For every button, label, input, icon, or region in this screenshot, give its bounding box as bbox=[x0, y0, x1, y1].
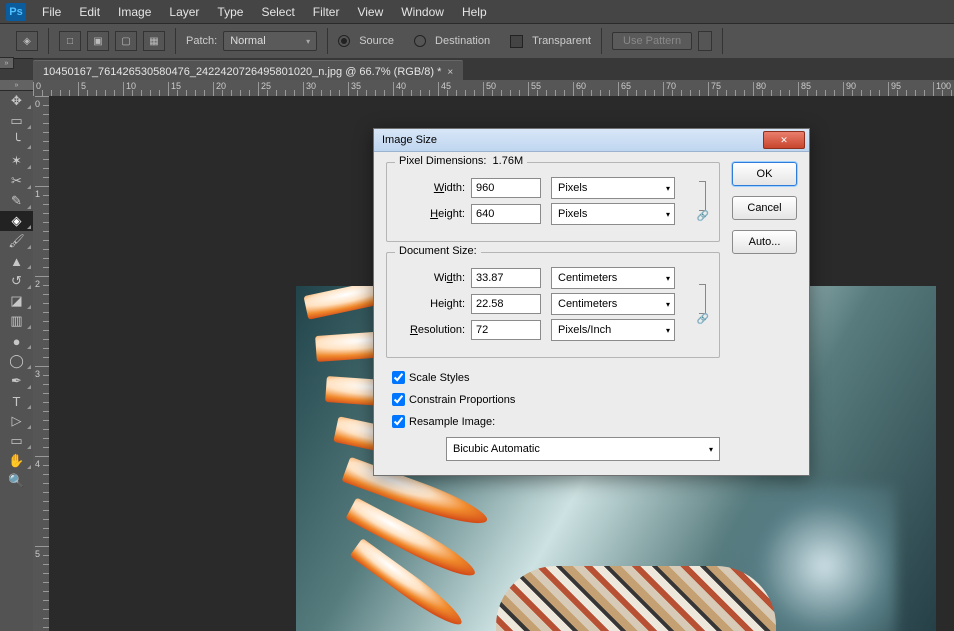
doc-width-label: Width: bbox=[397, 272, 465, 284]
hand-tool[interactable]: ✋ bbox=[0, 451, 33, 471]
doc-height-unit-select[interactable]: Centimeters bbox=[551, 293, 675, 315]
doc-tab[interactable]: 10450167_761426530580476_242242072649580… bbox=[33, 60, 463, 80]
close-icon[interactable]: × bbox=[447, 67, 453, 78]
brush-tool[interactable]: 🖌 bbox=[0, 231, 33, 251]
px-width-input[interactable] bbox=[471, 178, 541, 198]
source-label: Source bbox=[359, 35, 394, 47]
sel-sub-icon[interactable]: ▢ bbox=[115, 31, 137, 51]
menu-layer[interactable]: Layer bbox=[161, 2, 207, 22]
doc-tab-strip: 10450167_761426530580476_242242072649580… bbox=[33, 58, 954, 80]
px-height-label: Height: bbox=[397, 208, 465, 220]
menu-help[interactable]: Help bbox=[454, 2, 495, 22]
ps-logo-icon: Ps bbox=[6, 3, 26, 21]
constrain-label: Constrain Proportions bbox=[409, 394, 515, 406]
menu-select[interactable]: Select bbox=[253, 2, 302, 22]
px-link-icon[interactable]: 🔗 bbox=[697, 181, 709, 222]
patch-tool-active[interactable]: ◈ bbox=[0, 211, 33, 231]
px-width-unit-select[interactable]: Pixels bbox=[551, 177, 675, 199]
resample-label: Resample Image: bbox=[409, 416, 495, 428]
cancel-button[interactable]: Cancel bbox=[732, 196, 797, 220]
doc-link-icon[interactable]: 🔗 bbox=[697, 284, 709, 325]
toolbox-expand-icon[interactable]: » bbox=[0, 80, 33, 91]
doc-height-input[interactable] bbox=[471, 294, 541, 314]
resample-method-select[interactable]: Bicubic Automatic bbox=[446, 437, 720, 461]
doc-width-input[interactable] bbox=[471, 268, 541, 288]
eraser-tool[interactable]: ◪ bbox=[0, 291, 33, 311]
expand-handle-icon[interactable]: » bbox=[0, 57, 14, 69]
menu-file[interactable]: File bbox=[34, 2, 69, 22]
menubar: Ps File Edit Image Layer Type Select Fil… bbox=[0, 0, 954, 23]
image-size-dialog: Image Size ✕ Pixel Dimensions: 1.76M Wid… bbox=[373, 128, 810, 476]
scale-styles-check[interactable] bbox=[392, 371, 405, 384]
resample-check[interactable] bbox=[392, 415, 405, 428]
menu-type[interactable]: Type bbox=[209, 2, 251, 22]
doc-height-label: Height: bbox=[397, 298, 465, 310]
resolution-unit-select[interactable]: Pixels/Inch bbox=[551, 319, 675, 341]
toolbox: » ✥ ▭ ╰ ✶ ✂ ✎ ◈ 🖌 ▲ ↺ ◪ ▥ ● ◯ ✒ T ▷ ▭ ✋ … bbox=[0, 80, 34, 631]
menu-view[interactable]: View bbox=[349, 2, 391, 22]
dialog-close-button[interactable]: ✕ bbox=[763, 131, 805, 149]
move-tool[interactable]: ✥ bbox=[0, 91, 33, 111]
pixel-dimensions-label: Pixel Dimensions: bbox=[399, 155, 486, 167]
dialog-titlebar[interactable]: Image Size ✕ bbox=[374, 129, 809, 152]
pattern-picker[interactable] bbox=[698, 31, 712, 51]
doc-width-unit-select[interactable]: Centimeters bbox=[551, 267, 675, 289]
px-height-unit-select[interactable]: Pixels bbox=[551, 203, 675, 225]
destination-radio[interactable] bbox=[414, 35, 426, 47]
crop-tool[interactable]: ✂ bbox=[0, 171, 33, 191]
px-width-label: Width: bbox=[397, 182, 465, 194]
pen-tool[interactable]: ✒ bbox=[0, 371, 33, 391]
destination-label: Destination bbox=[435, 35, 490, 47]
shape-tool[interactable]: ▭ bbox=[0, 431, 33, 451]
menu-edit[interactable]: Edit bbox=[71, 2, 108, 22]
pixel-dimensions-group: Pixel Dimensions: 1.76M Width: Pixels He… bbox=[386, 162, 720, 242]
path-select-tool[interactable]: ▷ bbox=[0, 411, 33, 431]
menu-filter[interactable]: Filter bbox=[305, 2, 348, 22]
quick-select-tool[interactable]: ✶ bbox=[0, 151, 33, 171]
auto-button[interactable]: Auto... bbox=[732, 230, 797, 254]
menu-window[interactable]: Window bbox=[393, 2, 452, 22]
px-height-input[interactable] bbox=[471, 204, 541, 224]
scale-styles-label: Scale Styles bbox=[409, 372, 470, 384]
dialog-title: Image Size bbox=[382, 134, 437, 146]
document-size-group: Document Size: Width: Centimeters Height… bbox=[386, 252, 720, 358]
sel-int-icon[interactable]: ▦ bbox=[143, 31, 165, 51]
source-radio[interactable] bbox=[338, 35, 350, 47]
dodge-tool[interactable]: ◯ bbox=[0, 351, 33, 371]
stamp-tool[interactable]: ▲ bbox=[0, 251, 33, 271]
use-pattern-button[interactable]: Use Pattern bbox=[612, 32, 692, 50]
lasso-tool[interactable]: ╰ bbox=[0, 131, 33, 151]
ruler-vertical: 012345678 bbox=[33, 96, 50, 631]
pixel-dimensions-value: 1.76M bbox=[493, 155, 524, 167]
document-size-label: Document Size: bbox=[395, 245, 481, 257]
patch-mode-combo[interactable]: Normal bbox=[223, 31, 317, 51]
type-tool[interactable]: T bbox=[0, 391, 33, 411]
resolution-input[interactable] bbox=[471, 320, 541, 340]
resolution-label: Resolution: bbox=[397, 324, 465, 336]
blur-tool[interactable]: ● bbox=[0, 331, 33, 351]
transparent-label: Transparent bbox=[532, 35, 591, 47]
patch-tool-icon[interactable]: ◈ bbox=[16, 31, 38, 51]
transparent-check[interactable] bbox=[510, 35, 523, 48]
patch-label: Patch: bbox=[186, 35, 217, 47]
options-bar: ◈ □ ▣ ▢ ▦ Patch: Normal Source Destinati… bbox=[0, 23, 954, 59]
history-brush-tool[interactable]: ↺ bbox=[0, 271, 33, 291]
sel-new-icon[interactable]: □ bbox=[59, 31, 81, 51]
constrain-check[interactable] bbox=[392, 393, 405, 406]
gradient-tool[interactable]: ▥ bbox=[0, 311, 33, 331]
doc-tab-title: 10450167_761426530580476_242242072649580… bbox=[43, 66, 441, 78]
eyedropper-tool[interactable]: ✎ bbox=[0, 191, 33, 211]
ruler-horizontal: 0510152025303540455055606570758085909510… bbox=[33, 80, 954, 97]
menu-image[interactable]: Image bbox=[110, 2, 159, 22]
zoom-tool[interactable]: 🔍 bbox=[0, 471, 33, 491]
ok-button[interactable]: OK bbox=[732, 162, 797, 186]
marquee-tool[interactable]: ▭ bbox=[0, 111, 33, 131]
sel-add-icon[interactable]: ▣ bbox=[87, 31, 109, 51]
